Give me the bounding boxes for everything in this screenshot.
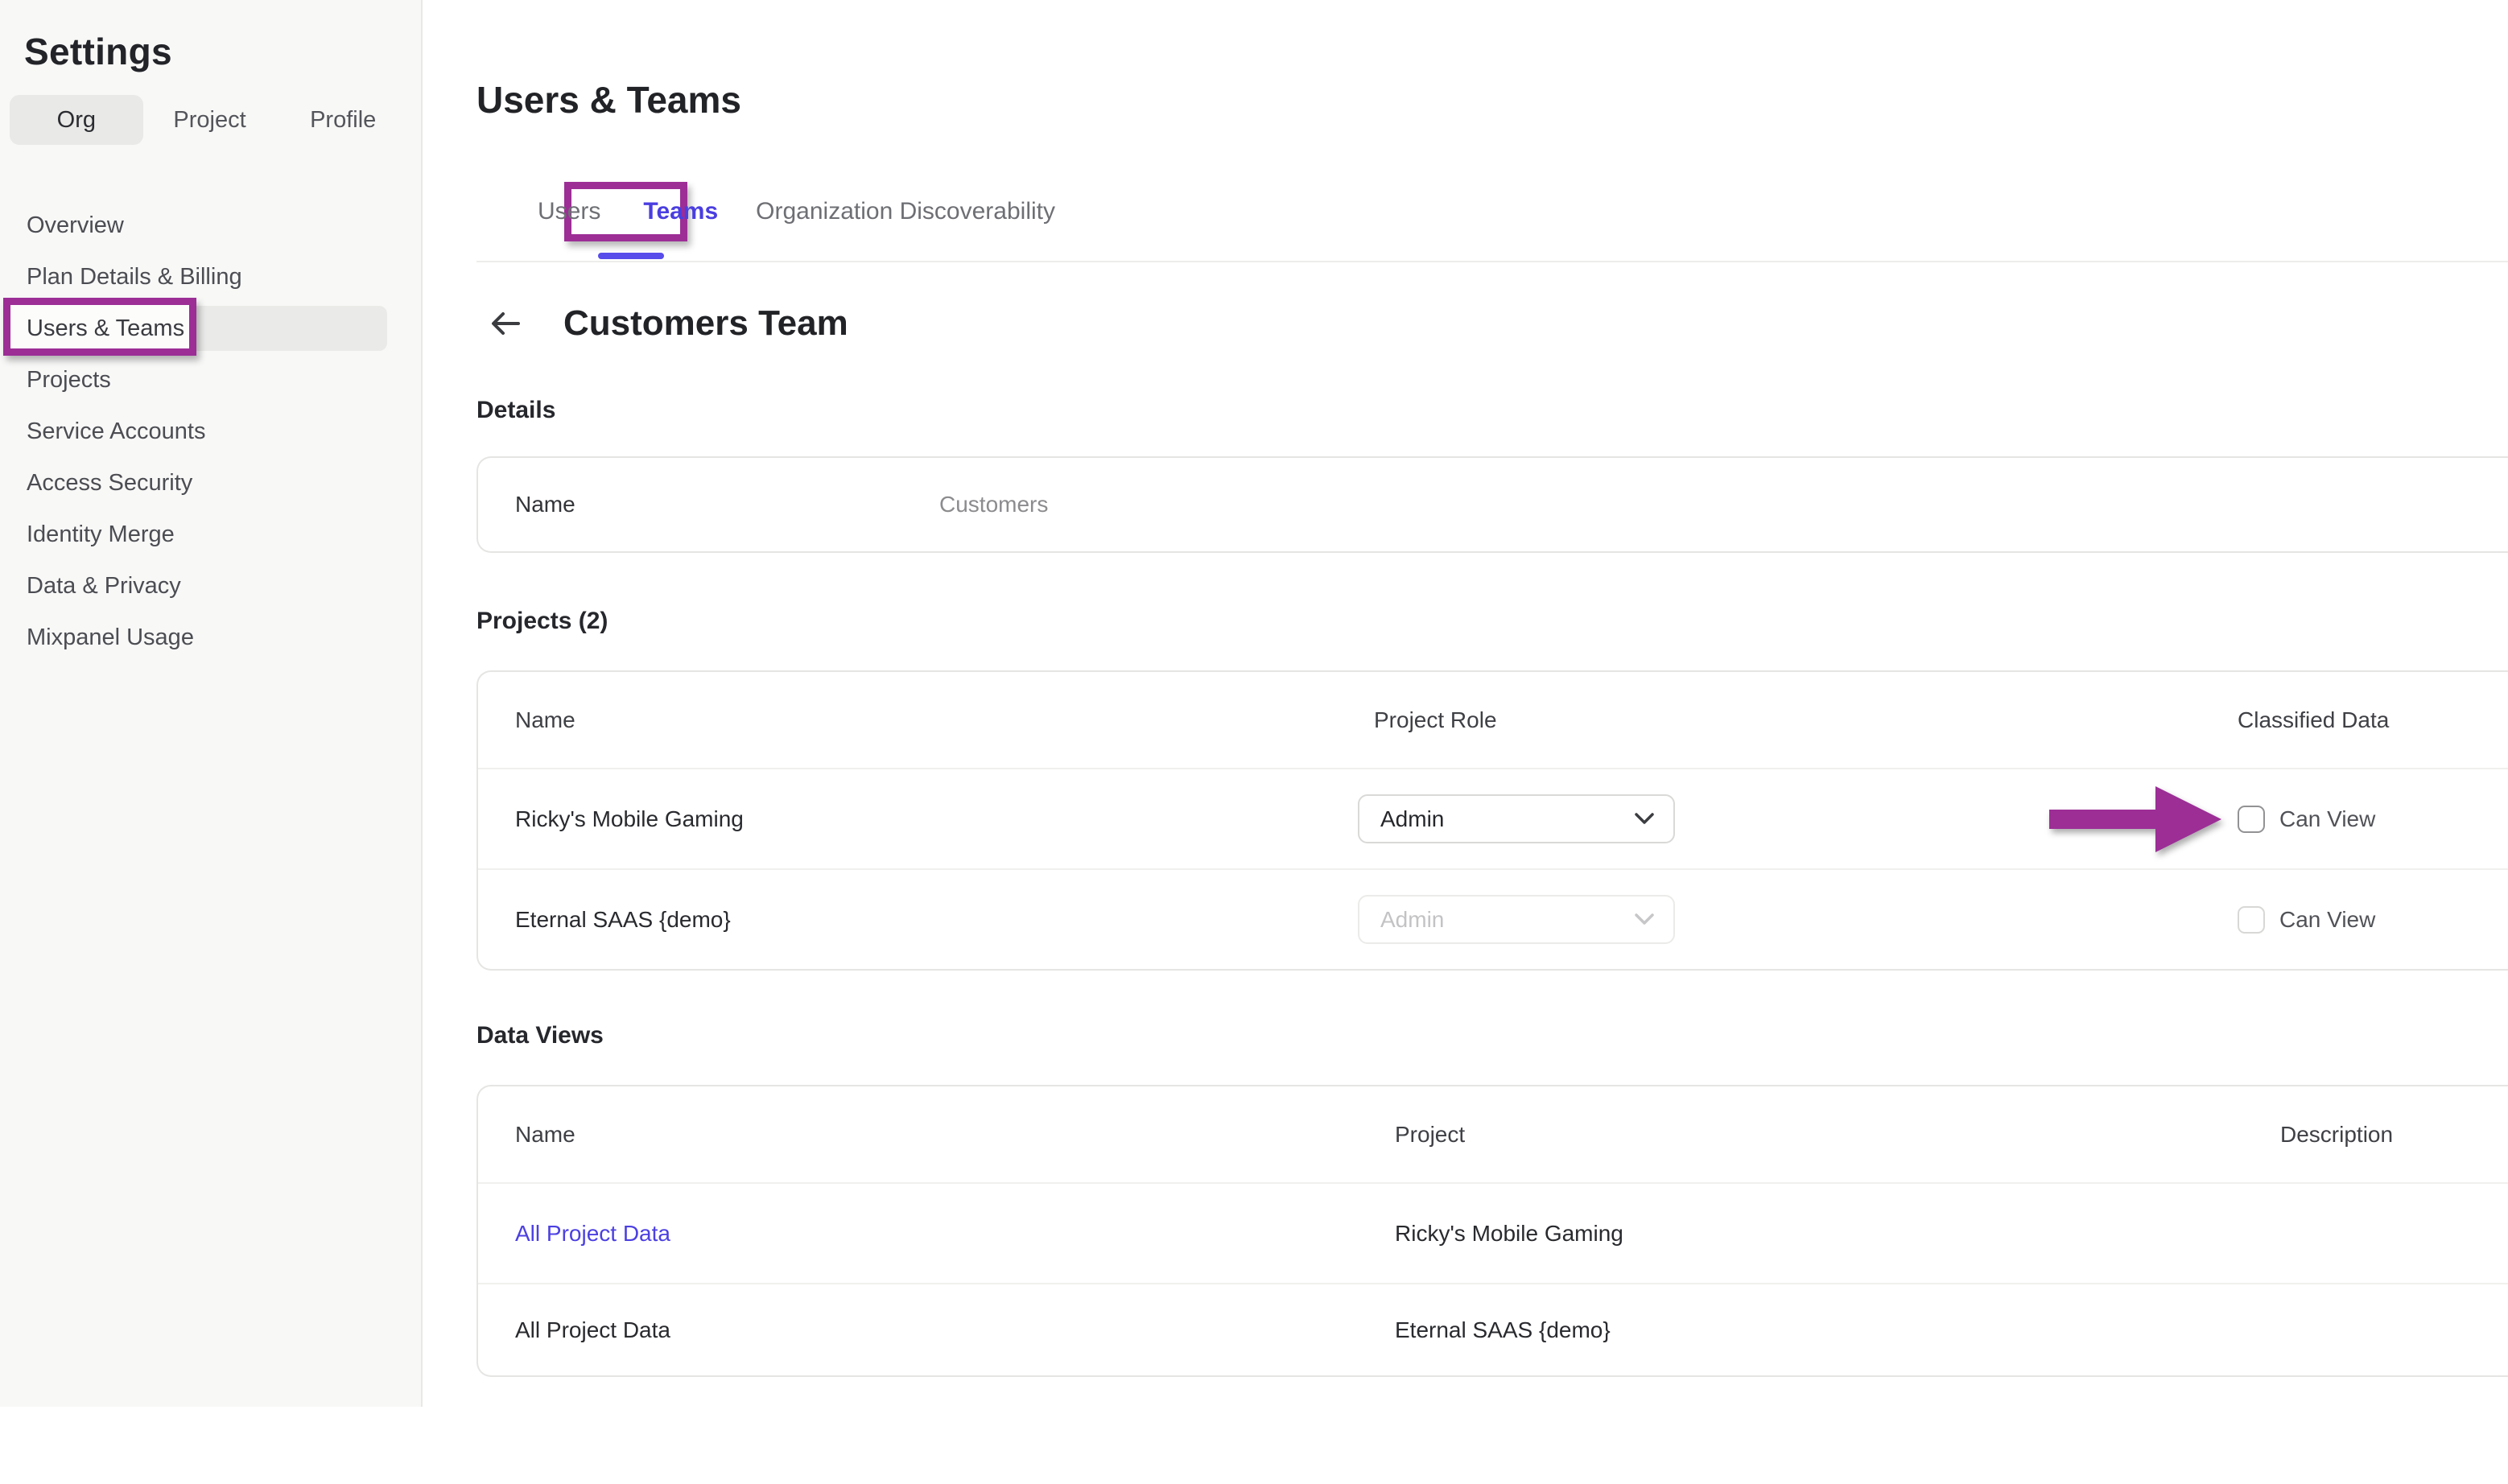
sidebar-item-service-accounts[interactable]: Service Accounts xyxy=(0,406,421,457)
sidebar-item-projects[interactable]: Projects xyxy=(0,354,421,406)
data-views-table: Name Project Description All Project Dat… xyxy=(476,1085,2508,1377)
data-view-name: All Project Data xyxy=(515,1317,1395,1343)
scope-tab-profile[interactable]: Profile xyxy=(276,95,410,145)
project-row-eternal-saas: Eternal SAAS {demo} Admin Can View xyxy=(478,868,2508,969)
arrow-left-icon xyxy=(488,306,523,341)
data-views-table-header: Name Project Description xyxy=(478,1086,2508,1182)
projects-table: Name Project Role Classified Data Ricky'… xyxy=(476,670,2508,971)
project-name: Eternal SAAS {demo} xyxy=(515,907,1358,933)
data-view-row-1: All Project Data Ricky's Mobile Gaming xyxy=(478,1182,2508,1283)
data-views-heading: Data Views xyxy=(476,1022,2508,1049)
classified-data-cell: Can View xyxy=(2238,806,2508,833)
can-view-checkbox[interactable] xyxy=(2238,806,2265,833)
team-title: Customers Team xyxy=(563,303,848,344)
users-teams-tabs: Users Teams Organization Discoverability xyxy=(476,198,2508,262)
sidebar-item-plan-details-billing[interactable]: Plan Details & Billing xyxy=(0,251,421,303)
chevron-down-icon xyxy=(1635,913,1654,925)
scope-tab-org[interactable]: Org xyxy=(10,95,143,145)
data-view-row-2: All Project Data Eternal SAAS {demo} xyxy=(478,1283,2508,1375)
tab-organization-discoverability[interactable]: Organization Discoverability xyxy=(756,198,1055,225)
projects-table-header: Name Project Role Classified Data xyxy=(478,672,2508,768)
sidebar-item-data-privacy[interactable]: Data & Privacy xyxy=(0,560,421,612)
data-view-link[interactable]: All Project Data xyxy=(515,1221,1395,1247)
project-name: Ricky's Mobile Gaming xyxy=(515,806,1358,832)
project-role-dropdown-disabled[interactable]: Admin xyxy=(1358,895,1675,944)
details-heading: Details xyxy=(476,397,2508,424)
settings-nav: Overview Plan Details & Billing Users & … xyxy=(0,200,421,663)
projects-col-classified: Classified Data xyxy=(2238,707,2508,733)
data-views-col-project: Project xyxy=(1395,1122,2280,1148)
can-view-label: Can View xyxy=(2279,806,2375,832)
details-card: Name Customers xyxy=(476,456,2508,553)
data-view-project: Ricky's Mobile Gaming xyxy=(1395,1221,2280,1247)
data-views-col-name: Name xyxy=(515,1122,1395,1148)
can-view-checkbox[interactable] xyxy=(2238,906,2265,934)
sidebar-item-overview[interactable]: Overview xyxy=(0,200,421,251)
data-views-col-description: Description xyxy=(2280,1122,2508,1148)
settings-title: Settings xyxy=(24,29,421,74)
tab-teams[interactable]: Teams xyxy=(643,198,718,225)
settings-sidebar: Settings Org Project Profile Overview Pl… xyxy=(0,0,423,1407)
scope-tab-project[interactable]: Project xyxy=(143,95,277,145)
sidebar-item-users-teams[interactable]: Users & Teams xyxy=(0,303,421,354)
active-tab-underline xyxy=(598,253,664,259)
sidebar-item-identity-merge[interactable]: Identity Merge xyxy=(0,509,421,560)
projects-heading: Projects (2) xyxy=(476,608,2508,635)
main-content: Users & Teams Users Teams Organization D… xyxy=(424,77,2508,1377)
details-name-value: Customers xyxy=(939,492,1048,517)
details-name-label: Name xyxy=(515,492,939,517)
projects-col-name: Name xyxy=(515,707,1358,733)
page-title: Users & Teams xyxy=(476,77,2508,122)
team-header: Customers Team xyxy=(476,301,2508,346)
project-role-dropdown[interactable]: Admin xyxy=(1358,794,1675,843)
data-view-project: Eternal SAAS {demo} xyxy=(1395,1317,2280,1343)
sidebar-item-access-security[interactable]: Access Security xyxy=(0,457,421,509)
can-view-label: Can View xyxy=(2279,907,2375,933)
sidebar-item-mixpanel-usage[interactable]: Mixpanel Usage xyxy=(0,612,421,663)
settings-scope-tabs: Org Project Profile xyxy=(10,95,410,145)
back-button[interactable] xyxy=(488,306,523,341)
project-row-rickys-mobile-gaming: Ricky's Mobile Gaming Admin Can View xyxy=(478,768,2508,868)
tab-users[interactable]: Users xyxy=(538,198,600,225)
projects-col-role: Project Role xyxy=(1358,707,2238,733)
chevron-down-icon xyxy=(1635,813,1654,825)
tab-teams-wrap: Teams xyxy=(600,198,718,225)
classified-data-cell: Can View xyxy=(2238,906,2508,934)
